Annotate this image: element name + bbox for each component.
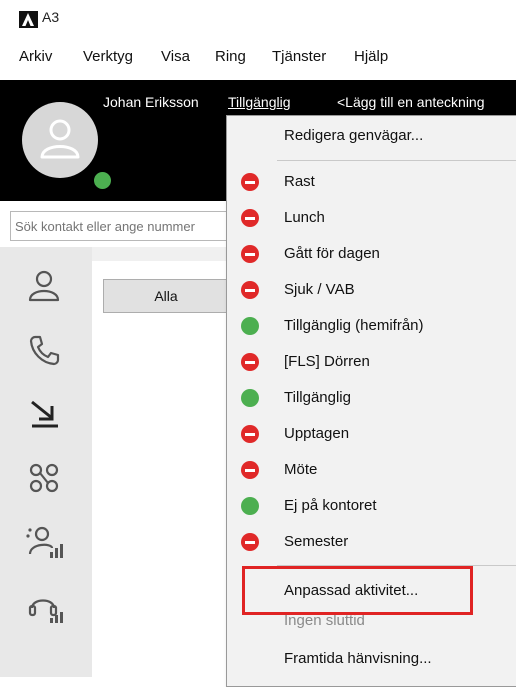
call-forward-icon[interactable] [24,394,64,434]
phone-icon[interactable] [24,330,64,370]
status-label: Semester [284,533,349,550]
menu-separator [277,160,516,161]
status-label: Sjuk / VAB [284,281,355,298]
menu-arkiv[interactable]: Arkiv [19,48,52,65]
contacts-panel [92,261,232,677]
search-input[interactable] [11,212,251,240]
available-status-icon [241,389,259,407]
status-label: Lunch [284,209,325,226]
groups-icon[interactable] [24,458,64,498]
status-label: [FLS] Dörren [284,353,370,370]
status-item-upptagen[interactable]: Upptagen [227,416,516,452]
menu-bar: Arkiv Verktyg Visa Ring Tjänster Hjälp [0,34,516,80]
status-label: Möte [284,461,318,478]
status-item-tillganglig[interactable]: Tillgänglig [227,380,516,416]
status-item-sjuk-vab[interactable]: Sjuk / VAB [227,272,516,308]
busy-status-icon [241,245,259,263]
status-item-mote[interactable]: Möte [227,452,516,488]
menu-item-future-redirect[interactable]: Framtida hänvisning... [227,641,516,677]
busy-status-icon [241,209,259,227]
status-item-rast[interactable]: Rast [227,164,516,200]
user-name: Johan Eriksson [103,94,199,110]
status-item-tillganglig-hemifran[interactable]: Tillgänglig (hemifrån) [227,308,516,344]
status-item-semester[interactable]: Semester [227,524,516,560]
busy-status-icon [241,173,259,191]
status-item-fls-dorren[interactable]: [FLS] Dörren [227,344,516,380]
avatar[interactable] [22,102,113,191]
menu-item-edit-shortcuts[interactable]: Redigera genvägar... [227,118,516,154]
busy-status-icon [241,353,259,371]
menu-hjalp[interactable]: Hjälp [354,48,388,65]
presence-indicator [92,170,113,191]
tab-all[interactable]: Alla [103,279,229,313]
busy-status-icon [241,533,259,551]
search-bar [10,211,252,241]
title-bar: A3 [0,0,516,34]
menu-ring[interactable]: Ring [215,48,246,65]
status-item-lunch[interactable]: Lunch [227,200,516,236]
highlight-annotation [242,566,473,615]
left-rail [0,247,92,677]
headset-stats-icon[interactable] [24,586,64,626]
menu-verktyg[interactable]: Verktyg [83,48,133,65]
menu-item-label: Framtida hänvisning... [284,650,432,667]
status-label: Upptagen [284,425,350,442]
status-item-ej-pa-kontoret[interactable]: Ej på kontoret [227,488,516,524]
busy-status-icon [241,425,259,443]
menu-visa[interactable]: Visa [161,48,190,65]
contacts-icon[interactable] [24,266,64,306]
add-note-link[interactable]: <Lägg till en anteckning [337,94,485,110]
status-item-gatt-for-dagen[interactable]: Gått för dagen [227,236,516,272]
status-label: Tillgänglig (hemifrån) [284,317,424,334]
window-title: A3 [42,9,60,25]
available-status-icon [241,497,259,515]
status-label: Gått för dagen [284,245,380,262]
status-label: Tillgänglig [284,389,351,406]
user-status-link[interactable]: Tillgänglig [228,94,291,110]
busy-status-icon [241,281,259,299]
user-avatar-icon [40,119,80,159]
queue-stats-icon[interactable] [24,522,64,562]
available-status-icon [241,317,259,335]
menu-item-label: Redigera genvägar... [284,127,424,144]
menu-tjanster[interactable]: Tjänster [272,48,326,65]
status-label: Rast [284,173,315,190]
status-label: Ej på kontoret [284,497,377,514]
busy-status-icon [241,461,259,479]
app-logo-icon [19,11,38,28]
